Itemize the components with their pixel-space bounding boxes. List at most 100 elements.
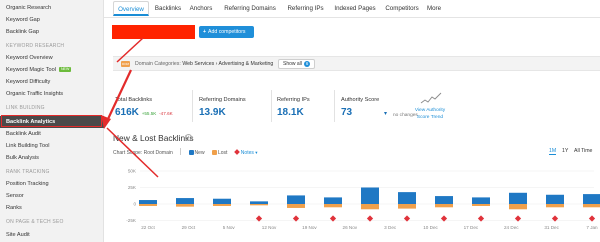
lost-bar bbox=[472, 204, 490, 206]
lost-checkbox[interactable] bbox=[211, 149, 217, 155]
sidebar-item-label: Keyword Magic Tool bbox=[6, 67, 56, 73]
lost-bar bbox=[509, 204, 527, 210]
notes-diamond-icon bbox=[233, 149, 240, 155]
tab-referring-ips[interactable]: Referring IPs bbox=[283, 1, 328, 16]
y-tick-label: 50K bbox=[128, 169, 137, 174]
domain-categories-value[interactable]: Web Services › Advertising & Marketing bbox=[182, 61, 273, 67]
sidebar-item-bulk-analysis[interactable]: Bulk Analysis bbox=[0, 152, 104, 164]
new-bar bbox=[213, 198, 231, 204]
new-bar bbox=[361, 187, 379, 204]
lost-bar bbox=[546, 204, 564, 208]
x-tick-label: 10 Dec bbox=[423, 225, 438, 230]
referring-domains-value[interactable]: 13.9K bbox=[199, 107, 226, 118]
x-tick-label: 17 Dec bbox=[464, 225, 479, 230]
sidebar-item-keyword-magic-tool[interactable]: Keyword Magic Tool NEW bbox=[0, 64, 104, 76]
plus-icon: + bbox=[203, 29, 207, 35]
tabs-divider bbox=[104, 17, 600, 18]
new-bar bbox=[472, 197, 490, 204]
y-tick-label: 0 bbox=[133, 202, 136, 207]
sidebar-item-site-audit[interactable]: Site Audit bbox=[0, 229, 104, 241]
sidebar-item-keyword-difficulty[interactable]: Keyword Difficulty bbox=[0, 76, 104, 88]
domain-categories-bar: DOM Domain Categories: Web Services › Ad… bbox=[113, 56, 600, 71]
sidebar-item-backlink-gap[interactable]: Backlink Gap bbox=[0, 26, 104, 38]
metric-divider bbox=[334, 90, 335, 122]
sidebar-item-organic-traffic-insights[interactable]: Organic Traffic Insights bbox=[0, 88, 104, 100]
x-tick-label: 19 Nov bbox=[302, 225, 317, 230]
sidebar-section-keyword-research: KEYWORD RESEARCH bbox=[6, 43, 65, 49]
new-bar bbox=[139, 200, 157, 204]
scope-divider bbox=[180, 148, 182, 155]
sidebar-section-link-building: LINK BUILDING bbox=[6, 105, 45, 111]
legend-new-label: New bbox=[194, 150, 205, 156]
lost-bar bbox=[583, 204, 600, 208]
total-backlinks-value[interactable]: 616K bbox=[115, 107, 139, 118]
sidebar-item-keyword-overview[interactable]: Keyword Overview bbox=[0, 52, 104, 64]
new-bar bbox=[176, 198, 194, 204]
new-bar bbox=[398, 192, 416, 204]
lost-bar bbox=[435, 204, 453, 208]
tab-anchors[interactable]: Anchors bbox=[186, 1, 216, 16]
sidebar-item-ranks[interactable]: Ranks bbox=[0, 202, 104, 214]
tab-referring-domains[interactable]: Referring Domains bbox=[219, 1, 281, 16]
period-all-time[interactable]: All Time bbox=[574, 148, 592, 154]
x-tick-label: 3 Dec bbox=[384, 225, 397, 230]
referring-domains-label: Referring Domains bbox=[199, 97, 246, 103]
x-tick-label: 22 Oct bbox=[141, 225, 155, 230]
x-tick-label: 26 Nov bbox=[343, 225, 358, 230]
referring-ips-value[interactable]: 18.1K bbox=[277, 107, 304, 118]
lost-bar bbox=[250, 204, 268, 206]
chevron-down-icon[interactable]: ▾ bbox=[255, 150, 257, 155]
tab-more[interactable]: More bbox=[424, 1, 444, 16]
tab-overview[interactable]: Overview bbox=[113, 1, 149, 16]
new-checkbox[interactable] bbox=[188, 149, 194, 155]
x-tick-label: 24 Dec bbox=[504, 225, 519, 230]
backlinks-lost-delta: -47.6K bbox=[159, 111, 173, 116]
period-1y[interactable]: 1Y bbox=[562, 148, 568, 154]
referring-ips-label: Referring IPs bbox=[277, 97, 310, 103]
lost-bar bbox=[361, 204, 379, 210]
lost-bar bbox=[398, 204, 416, 209]
chevron-down-icon[interactable]: ▾ bbox=[384, 110, 387, 117]
new-bar bbox=[435, 196, 453, 204]
sidebar-section-rank-tracking: RANK TRACKING bbox=[6, 169, 50, 175]
info-icon[interactable]: i bbox=[185, 134, 192, 141]
sidebar-item-sensor[interactable]: Sensor bbox=[0, 190, 104, 202]
y-tick-label: -25K bbox=[126, 218, 137, 223]
new-bar bbox=[324, 197, 342, 204]
sidebar-item-organic-research[interactable]: Organic Research bbox=[0, 2, 104, 14]
new-bar bbox=[287, 195, 305, 204]
total-backlinks-label: Total Backlinks bbox=[115, 97, 152, 103]
view-authority-score-trend-link[interactable]: View Authority Score Trend bbox=[409, 107, 451, 121]
new-bar bbox=[509, 192, 527, 204]
add-competitors-button[interactable]: + Add competitors bbox=[199, 26, 254, 38]
x-tick-label: 29 Oct bbox=[182, 225, 196, 230]
highlight-box bbox=[1, 115, 102, 127]
add-competitors-label: Add competitors bbox=[208, 29, 246, 35]
sidebar-item-keyword-gap[interactable]: Keyword Gap bbox=[0, 14, 104, 26]
new-lost-chart: 50K 25K 0 -25K 22 Oct 29 Oct 5 Nov 12 Nov 19 Nov… bbox=[126, 169, 600, 230]
domain-categories-text: Domain Categories: Web Services › Advert… bbox=[135, 60, 273, 68]
authority-score-label: Authority Score bbox=[341, 97, 380, 103]
x-tick-label: 31 Dec bbox=[544, 225, 559, 230]
new-bar bbox=[546, 194, 564, 204]
lost-bar bbox=[213, 204, 231, 206]
tab-backlinks[interactable]: Backlinks bbox=[152, 1, 184, 16]
sidebar-item-link-building-tool[interactable]: Link Building Tool bbox=[0, 140, 104, 152]
domain-categories-prefix: Domain Categories: bbox=[135, 61, 181, 67]
authority-score-value[interactable]: 73 bbox=[341, 107, 352, 118]
metric-divider bbox=[271, 90, 272, 122]
chart-scope-value[interactable]: Root Domain bbox=[144, 150, 173, 156]
chart-scope-row: Chart Scope: Root Domain New Lost Notes … bbox=[113, 148, 257, 156]
sidebar-item-backlink-audit[interactable]: Backlink Audit bbox=[0, 128, 104, 140]
tab-indexed-pages[interactable]: Indexed Pages bbox=[331, 1, 379, 16]
show-all-button[interactable]: Show all 6 bbox=[278, 59, 316, 69]
sidebar-item-position-tracking[interactable]: Position Tracking bbox=[0, 178, 104, 190]
chart-scope-label: Chart Scope: bbox=[113, 150, 143, 156]
legend-lost-label: Lost bbox=[217, 150, 228, 156]
redacted-domain bbox=[112, 25, 195, 39]
period-1m[interactable]: 1M bbox=[549, 148, 557, 155]
legend-notes-label[interactable]: Notes bbox=[241, 150, 254, 156]
x-tick-label: 7 Jan bbox=[586, 225, 598, 230]
x-tick-label: 12 Nov bbox=[262, 225, 277, 230]
tab-competitors[interactable]: Competitors bbox=[381, 1, 423, 16]
